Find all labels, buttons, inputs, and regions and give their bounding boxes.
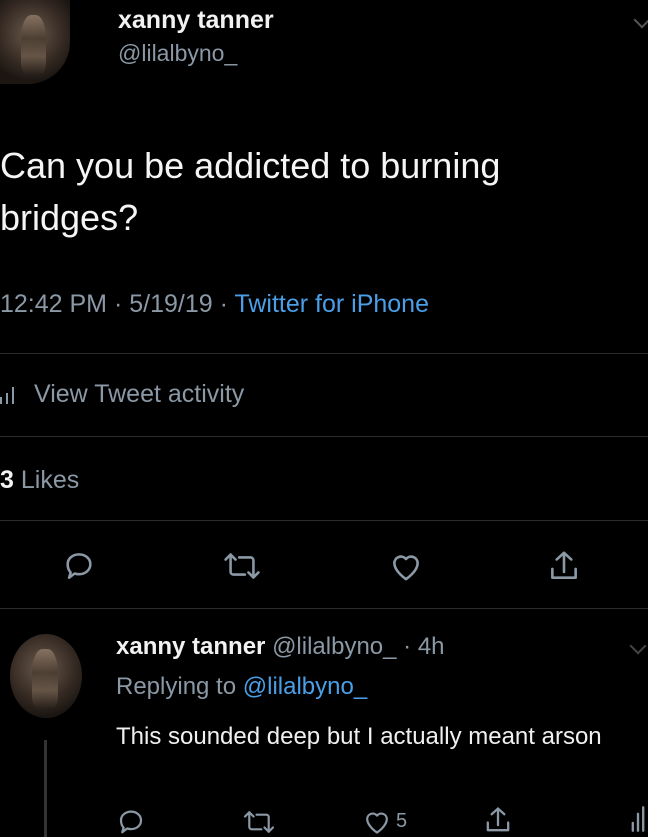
retweet-icon xyxy=(243,811,275,833)
reply-like-count: 5 xyxy=(396,810,408,832)
share-icon xyxy=(486,807,510,832)
view-tweet-activity-link[interactable]: View Tweet activity xyxy=(0,380,244,409)
chevron-down-icon[interactable] xyxy=(629,637,647,655)
reply-author-name[interactable]: xanny tanner xyxy=(116,633,265,660)
tweet-source-link[interactable]: Twitter for iPhone xyxy=(234,290,429,318)
author-handle[interactable]: @lilalbyno_ xyxy=(118,40,237,67)
retweet-icon xyxy=(224,553,260,579)
share-button[interactable] xyxy=(548,548,580,584)
divider xyxy=(0,353,648,354)
reply-header: xanny tanner @lilalbyno_ · 4h xyxy=(116,633,445,661)
like-button[interactable] xyxy=(388,550,424,582)
analytics-icon xyxy=(0,386,20,404)
likes-label: Likes xyxy=(20,466,80,494)
replying-to-handle-link[interactable]: @lilalbyno_ xyxy=(243,673,367,700)
heart-icon xyxy=(393,555,419,581)
thread-line xyxy=(44,740,47,837)
reply-share-button[interactable] xyxy=(484,804,512,836)
tweet-time: 12:42 PM xyxy=(0,290,108,318)
heart-icon xyxy=(366,812,388,834)
meta-separator: · xyxy=(219,290,228,318)
analytics-icon xyxy=(631,806,645,832)
divider xyxy=(0,436,648,437)
reply-text: This sounded deep but I actually meant a… xyxy=(116,723,602,750)
likes-stat[interactable]: 3 Likes xyxy=(0,466,79,495)
divider xyxy=(0,520,648,521)
reply-analytics-button[interactable] xyxy=(630,806,646,832)
meta-separator: · xyxy=(113,290,123,318)
replying-to: Replying to @lilalbyno_ xyxy=(116,673,367,701)
reply-icon xyxy=(66,553,92,580)
likes-count: 3 xyxy=(0,466,14,494)
share-icon xyxy=(551,551,577,579)
retweet-button[interactable] xyxy=(222,550,262,582)
tweet-date: 5/19/19 xyxy=(129,290,213,318)
chevron-down-icon[interactable] xyxy=(633,11,648,29)
author-name[interactable]: xanny tanner xyxy=(118,6,274,35)
divider xyxy=(0,608,648,609)
reply-button[interactable] xyxy=(62,548,96,582)
replying-to-label: Replying to xyxy=(116,673,237,700)
reply-author-handle[interactable]: @lilalbyno_ xyxy=(272,633,396,660)
reply-author-avatar[interactable] xyxy=(10,634,82,718)
reply-age: · 4h xyxy=(403,633,445,660)
tweet-meta: 12:42 PM · 5/19/19 · Twitter for iPhone xyxy=(0,290,429,319)
author-avatar[interactable] xyxy=(0,0,70,84)
reply-reply-button[interactable] xyxy=(116,806,146,836)
reply-retweet-button[interactable] xyxy=(242,808,276,836)
reply-icon xyxy=(119,810,143,834)
reply-like-button[interactable]: 5 xyxy=(362,808,407,835)
tweet-text: Can you be addicted to burning bridges? xyxy=(0,145,501,238)
activity-label: View Tweet activity xyxy=(34,380,245,408)
